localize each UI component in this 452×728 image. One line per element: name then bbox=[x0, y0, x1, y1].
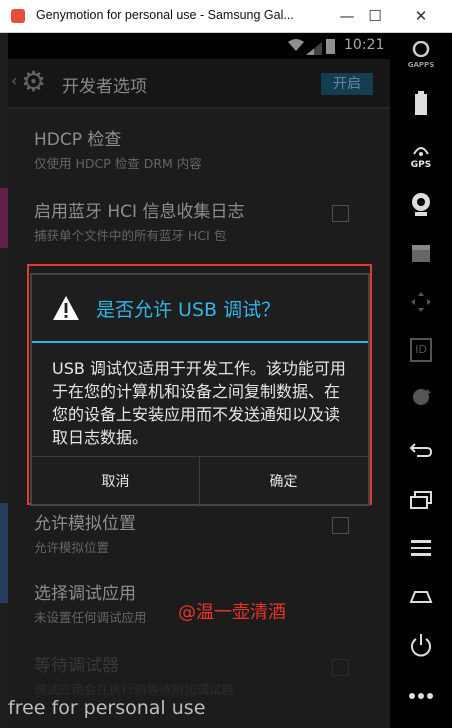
battery-button[interactable] bbox=[398, 91, 444, 119]
license-watermark: free for personal use bbox=[8, 697, 206, 719]
device-id-button[interactable]: ID bbox=[398, 338, 444, 362]
dialog-buttons: 取消 确定 bbox=[32, 456, 368, 507]
remote-control-button[interactable] bbox=[398, 291, 444, 317]
usb-debug-dialog: 是否允许 USB 调试？ USB 调试仅适用于开发工作。该功能可用于在您的计算机… bbox=[30, 273, 370, 507]
rotate-icon bbox=[413, 389, 431, 405]
dpad-icon bbox=[411, 292, 431, 312]
screencast-button[interactable] bbox=[398, 243, 444, 267]
gapps-button[interactable]: GAPPS bbox=[398, 40, 444, 69]
home-icon bbox=[409, 591, 433, 603]
gps-button[interactable]: GPS bbox=[398, 141, 444, 170]
back-arrow-icon bbox=[409, 443, 433, 457]
window-title: Genymotion for personal use - Samsung Ga… bbox=[36, 8, 294, 22]
webcam-icon bbox=[412, 193, 430, 216]
clapperboard-icon bbox=[412, 245, 430, 262]
background-window-strip bbox=[0, 33, 8, 728]
app-icon bbox=[11, 9, 25, 23]
recent-apps-button[interactable] bbox=[398, 491, 444, 513]
close-button[interactable]: ✕ bbox=[400, 0, 442, 32]
warning-icon bbox=[52, 295, 80, 321]
maximize-button[interactable]: ☐ bbox=[354, 0, 396, 32]
gapps-label: GAPPS bbox=[407, 61, 435, 69]
dialog-divider bbox=[32, 341, 368, 343]
webcam-button[interactable] bbox=[398, 191, 444, 221]
window-titlebar: Genymotion for personal use - Samsung Ga… bbox=[0, 0, 452, 33]
power-button[interactable] bbox=[398, 633, 444, 663]
menu-icon bbox=[411, 540, 431, 556]
recent-apps-icon bbox=[410, 491, 432, 509]
more-dots-icon bbox=[409, 693, 433, 699]
menu-button[interactable] bbox=[398, 539, 444, 561]
back-button[interactable] bbox=[398, 441, 444, 463]
author-watermark: @温一壶清酒 bbox=[178, 602, 286, 623]
emulator-toolbar: GAPPS GPS ID bbox=[390, 33, 452, 728]
ok-button[interactable]: 确定 bbox=[200, 457, 367, 507]
more-button[interactable] bbox=[398, 685, 444, 704]
gps-icon bbox=[413, 147, 429, 156]
gps-label: GPS bbox=[410, 160, 432, 170]
home-button[interactable] bbox=[398, 588, 444, 608]
id-icon: ID bbox=[410, 338, 432, 362]
battery-icon bbox=[415, 91, 427, 115]
dialog-message: USB 调试仅适用于开发工作。该功能可用于在您的计算机和设备之间复制数据、在您的… bbox=[52, 359, 346, 447]
dialog-title: 是否允许 USB 调试？ bbox=[96, 299, 281, 321]
cancel-button[interactable]: 取消 bbox=[32, 457, 200, 507]
power-icon bbox=[411, 634, 431, 657]
android-screen: 10:21 ‹ ⚙ 开发者选项 开启 HDCP 检查 仅使用 HDCP 检查 D… bbox=[8, 33, 390, 728]
gapps-icon bbox=[412, 40, 430, 58]
rotate-button[interactable] bbox=[398, 385, 444, 413]
